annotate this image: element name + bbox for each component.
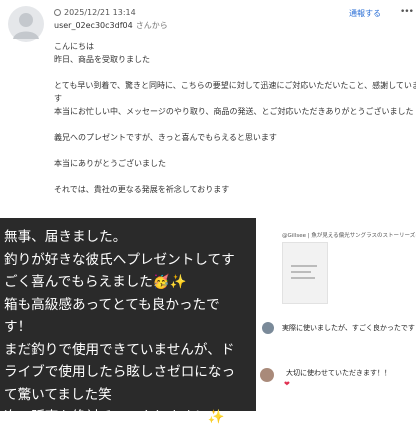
- message-line: 釣りが好きな彼氏へプレゼントしてす: [4, 251, 235, 268]
- review-date-text: 2025/12/21 13:14: [64, 8, 136, 17]
- message-line: ごく喜んでもらえました🥳✨: [4, 274, 187, 290]
- ellipsis-icon[interactable]: •••: [400, 7, 414, 17]
- review-username-suffix: さんから: [135, 21, 168, 30]
- commenter-avatar: [260, 368, 274, 382]
- story-replies-panel: @Gillsee | 魚が見える偏光サングラスのストーリーズに返 実際に使いまし…: [256, 218, 416, 411]
- message-line: 次の販売も絶対チェックします！✨: [4, 409, 225, 425]
- message-line: ライブで使用したら眩しさゼロになっ: [4, 364, 236, 380]
- heart-icon[interactable]: ❤: [284, 380, 290, 388]
- report-link[interactable]: 通報する: [349, 8, 381, 19]
- story-thumbnail[interactable]: [282, 242, 328, 304]
- review-line: [54, 144, 414, 157]
- review-username[interactable]: user_02ec30c3df04: [54, 21, 133, 30]
- comment-text: 実際に使いましたが、すごく良かったです！: [282, 324, 416, 332]
- review-line: こんにちは: [54, 42, 94, 51]
- customer-message: 無事、届きました。 釣りが好きな彼氏へプレゼントしてす ごく喜んでもらえました🥳…: [4, 226, 254, 429]
- review-line: [54, 118, 414, 131]
- review-line: とても早い到着で、驚きと同時に、こちらの要望に対して迅速にご対応いただいたこと、…: [54, 81, 416, 90]
- commenter-avatar: [262, 322, 274, 334]
- user-placeholder-icon: [13, 13, 39, 39]
- review-line: 昨日、商品を受取りました: [54, 55, 150, 64]
- review-line: [54, 170, 414, 183]
- message-line: て驚いてました笑: [4, 386, 112, 403]
- review-line: す: [54, 94, 62, 103]
- story-reply-header: @Gillsee | 魚が見える偏光サングラスのストーリーズに返: [282, 233, 416, 239]
- message-line: 箱も高級感あってとても良かったで: [4, 296, 220, 313]
- review-card: 2025/12/21 13:14 user_02ec30c3df04 さんから 通…: [0, 0, 416, 218]
- message-line: す！: [4, 319, 32, 335]
- review-line: 本当にお忙しい中、メッセージのやり取り、商品の発送、とご対応いただきありがとうご…: [54, 107, 414, 116]
- user-avatar: [8, 6, 44, 42]
- review-line: 本当にありがとうございました: [54, 159, 166, 168]
- comment-text: 大切に使わせていただきます！！: [286, 369, 391, 377]
- customer-message-panel: 無事、届きました。 釣りが好きな彼氏へプレゼントしてす ごく喜んでもらえました🥳…: [0, 218, 256, 425]
- message-line: まだ釣りで使用できていませんが、ド: [4, 341, 235, 358]
- message-line: 無事、届きました。: [4, 229, 127, 245]
- review-line: 義兄へのプレゼントですが、きっと喜んでもらえると思います: [54, 133, 277, 142]
- review-body: こんにちは 昨日、商品を受取りました とても早い到着で、驚きと同時に、こちらの要…: [54, 40, 416, 196]
- review-author: user_02ec30c3df04 さんから: [54, 20, 168, 31]
- review-line: [54, 66, 414, 79]
- review-date: 2025/12/21 13:14: [54, 8, 136, 17]
- review-line: それでは、貴社の更なる発展を祈念しております: [54, 185, 230, 194]
- clock-icon: [54, 9, 61, 16]
